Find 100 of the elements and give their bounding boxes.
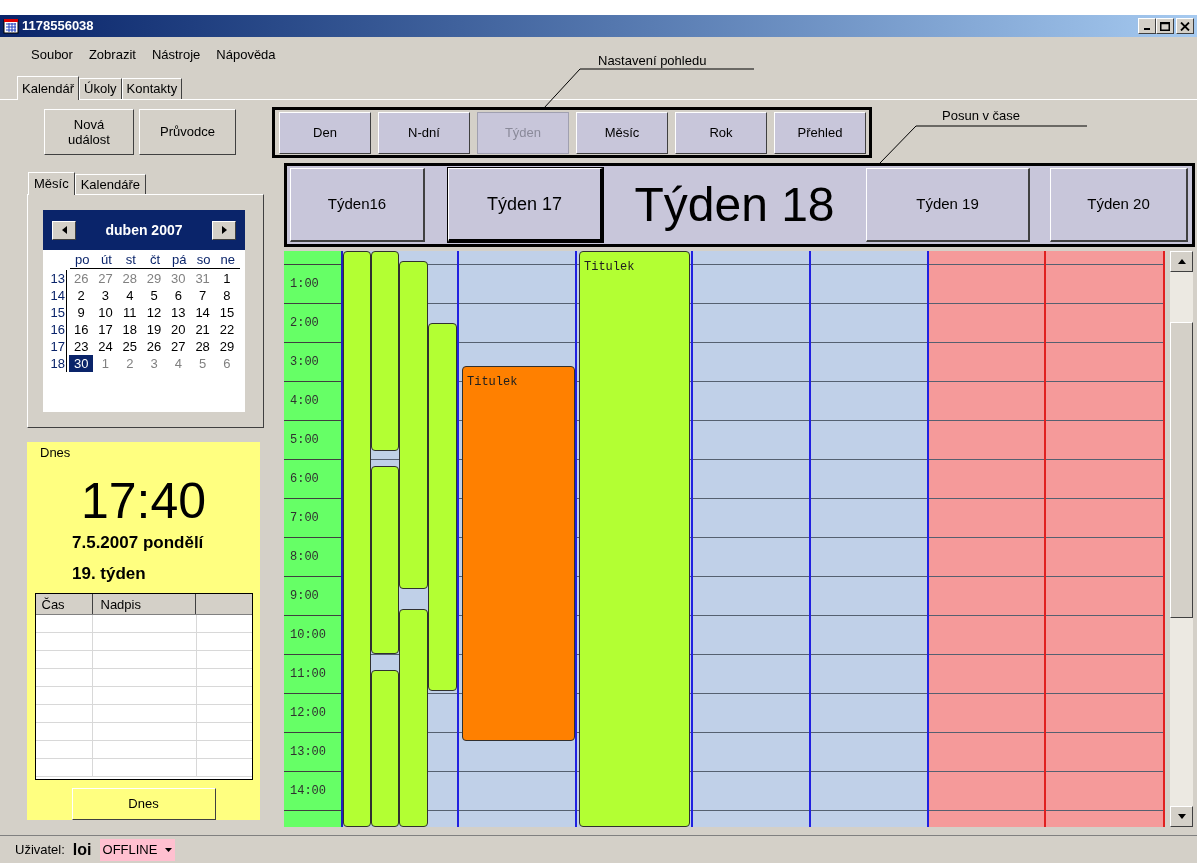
calendar-day[interactable]: 5 xyxy=(141,287,167,304)
calendar-day[interactable]: 8 xyxy=(214,287,240,304)
event-block[interactable] xyxy=(399,609,428,827)
calendar-day[interactable]: 1 xyxy=(93,355,118,372)
calendar-day[interactable]: 18 xyxy=(117,321,142,338)
hour-label: 14:00 xyxy=(290,783,326,800)
calendar-day[interactable]: 5 xyxy=(190,355,215,372)
calendar-day[interactable]: 23 xyxy=(69,338,94,355)
annotation-label: Nastavení pohledu xyxy=(598,52,707,70)
left-arrow-icon xyxy=(61,226,67,234)
menu-item[interactable]: Soubor xyxy=(24,44,80,65)
calendar-day[interactable]: 26 xyxy=(141,338,167,355)
menu-item[interactable]: Nápověda xyxy=(209,44,283,65)
view-button[interactable]: Měsíc xyxy=(576,111,668,154)
calendar-day[interactable]: 30 xyxy=(69,355,94,372)
user-label: Uživatel: xyxy=(15,840,65,859)
event-block[interactable]: Titulek xyxy=(579,251,690,827)
vertical-scrollbar[interactable] xyxy=(1170,251,1193,827)
calendar-day[interactable]: 19 xyxy=(141,321,167,338)
view-button[interactable]: N-dní xyxy=(378,111,470,154)
calendar-day[interactable]: 1 xyxy=(214,270,240,287)
calendar-day[interactable]: 7 xyxy=(190,287,215,304)
calendar-day[interactable]: 10 xyxy=(93,304,118,321)
calendar-day[interactable]: 6 xyxy=(166,287,191,304)
tab[interactable]: Úkoly xyxy=(79,78,122,99)
today-button[interactable]: Dnes xyxy=(71,788,216,820)
scroll-thumb[interactable] xyxy=(1170,322,1193,618)
calendar-day[interactable]: 31 xyxy=(190,270,215,287)
calendar-day[interactable]: 26 xyxy=(69,270,94,287)
event-title: Titulek xyxy=(467,375,518,389)
calendar-day[interactable]: 13 xyxy=(166,304,191,321)
calendar-day[interactable]: 28 xyxy=(190,338,215,355)
calendar-day[interactable]: 22 xyxy=(214,321,240,338)
calendar-day[interactable]: 3 xyxy=(141,355,167,372)
calendar-day[interactable]: 29 xyxy=(141,270,167,287)
annotation-label: Posun v čase xyxy=(942,107,1021,125)
calendar-day[interactable]: 27 xyxy=(93,270,118,287)
maximize-icon xyxy=(1160,21,1170,31)
tab[interactable]: Kontakty xyxy=(121,78,183,99)
weekday-label: so xyxy=(195,252,212,268)
minimize-icon xyxy=(1144,28,1150,30)
week-button[interactable]: Týden 17 xyxy=(448,168,603,242)
view-button[interactable]: Přehled xyxy=(774,111,866,154)
new-event-button[interactable]: Nová událost xyxy=(44,109,134,155)
event-block[interactable]: Titulek xyxy=(462,366,575,741)
calendar-day[interactable]: 12 xyxy=(141,304,167,321)
view-button[interactable]: Den xyxy=(279,111,371,154)
tab[interactable]: Měsíc xyxy=(28,172,75,195)
calendar-day[interactable]: 14 xyxy=(190,304,215,321)
calendar-day[interactable]: 25 xyxy=(117,338,142,355)
hour-label: 1:00 xyxy=(290,276,319,293)
hour-label: 13:00 xyxy=(290,744,326,761)
weekday-label: po xyxy=(73,252,91,268)
hour-label: 8:00 xyxy=(290,549,319,566)
week-button[interactable]: Týden 19 xyxy=(866,168,1030,242)
close-button[interactable] xyxy=(1176,18,1194,34)
column-header: Nadpis xyxy=(92,593,196,614)
week-number: 16 xyxy=(49,321,66,338)
status-dropdown[interactable]: OFFLINE xyxy=(99,838,176,861)
calendar-day[interactable]: 4 xyxy=(117,287,142,304)
week-label: 19. týden xyxy=(72,563,146,585)
calendar-day[interactable]: 2 xyxy=(117,355,142,372)
calendar-day[interactable]: 16 xyxy=(69,321,94,338)
scroll-up-button[interactable] xyxy=(1170,251,1193,272)
wizard-button[interactable]: Průvodce xyxy=(139,109,236,155)
next-month-button[interactable] xyxy=(212,220,236,240)
tab[interactable]: Kalendáře xyxy=(74,174,146,194)
menu-item[interactable]: Nástroje xyxy=(144,44,208,65)
calendar-day[interactable]: 15 xyxy=(214,304,240,321)
calendar-day[interactable]: 6 xyxy=(214,355,240,372)
event-block[interactable] xyxy=(371,466,399,654)
week-button[interactable]: Týden 20 xyxy=(1050,168,1188,242)
calendar-day[interactable]: 2 xyxy=(69,287,94,304)
calendar-day[interactable]: 3 xyxy=(93,287,118,304)
minimize-button[interactable] xyxy=(1138,18,1156,34)
calendar-day[interactable]: 9 xyxy=(69,304,94,321)
calendar-day[interactable]: 30 xyxy=(166,270,191,287)
event-block[interactable] xyxy=(428,323,457,691)
calendar-day[interactable]: 11 xyxy=(117,304,142,321)
calendar-day[interactable]: 20 xyxy=(166,321,191,338)
calendar-day[interactable]: 24 xyxy=(93,338,118,355)
calendar-day[interactable]: 29 xyxy=(214,338,240,355)
calendar-day[interactable]: 4 xyxy=(166,355,191,372)
view-button[interactable]: Rok xyxy=(675,111,767,154)
hour-label: 3:00 xyxy=(290,354,319,371)
scroll-down-button[interactable] xyxy=(1170,806,1193,827)
event-block[interactable] xyxy=(371,251,399,451)
tab[interactable]: Kalendář xyxy=(17,76,80,100)
event-block[interactable] xyxy=(343,251,371,827)
calendar-day[interactable]: 17 xyxy=(93,321,118,338)
previous-month-button[interactable] xyxy=(52,220,76,240)
event-block[interactable] xyxy=(371,670,399,827)
weekday-label: ne xyxy=(219,252,237,268)
calendar-day[interactable]: 28 xyxy=(117,270,142,287)
maximize-button[interactable] xyxy=(1156,18,1174,34)
event-block[interactable] xyxy=(399,261,428,589)
week-button[interactable]: Týden16 xyxy=(290,168,425,242)
menu-item[interactable]: Zobrazit xyxy=(81,44,143,65)
calendar-day[interactable]: 21 xyxy=(190,321,215,338)
calendar-day[interactable]: 27 xyxy=(166,338,191,355)
